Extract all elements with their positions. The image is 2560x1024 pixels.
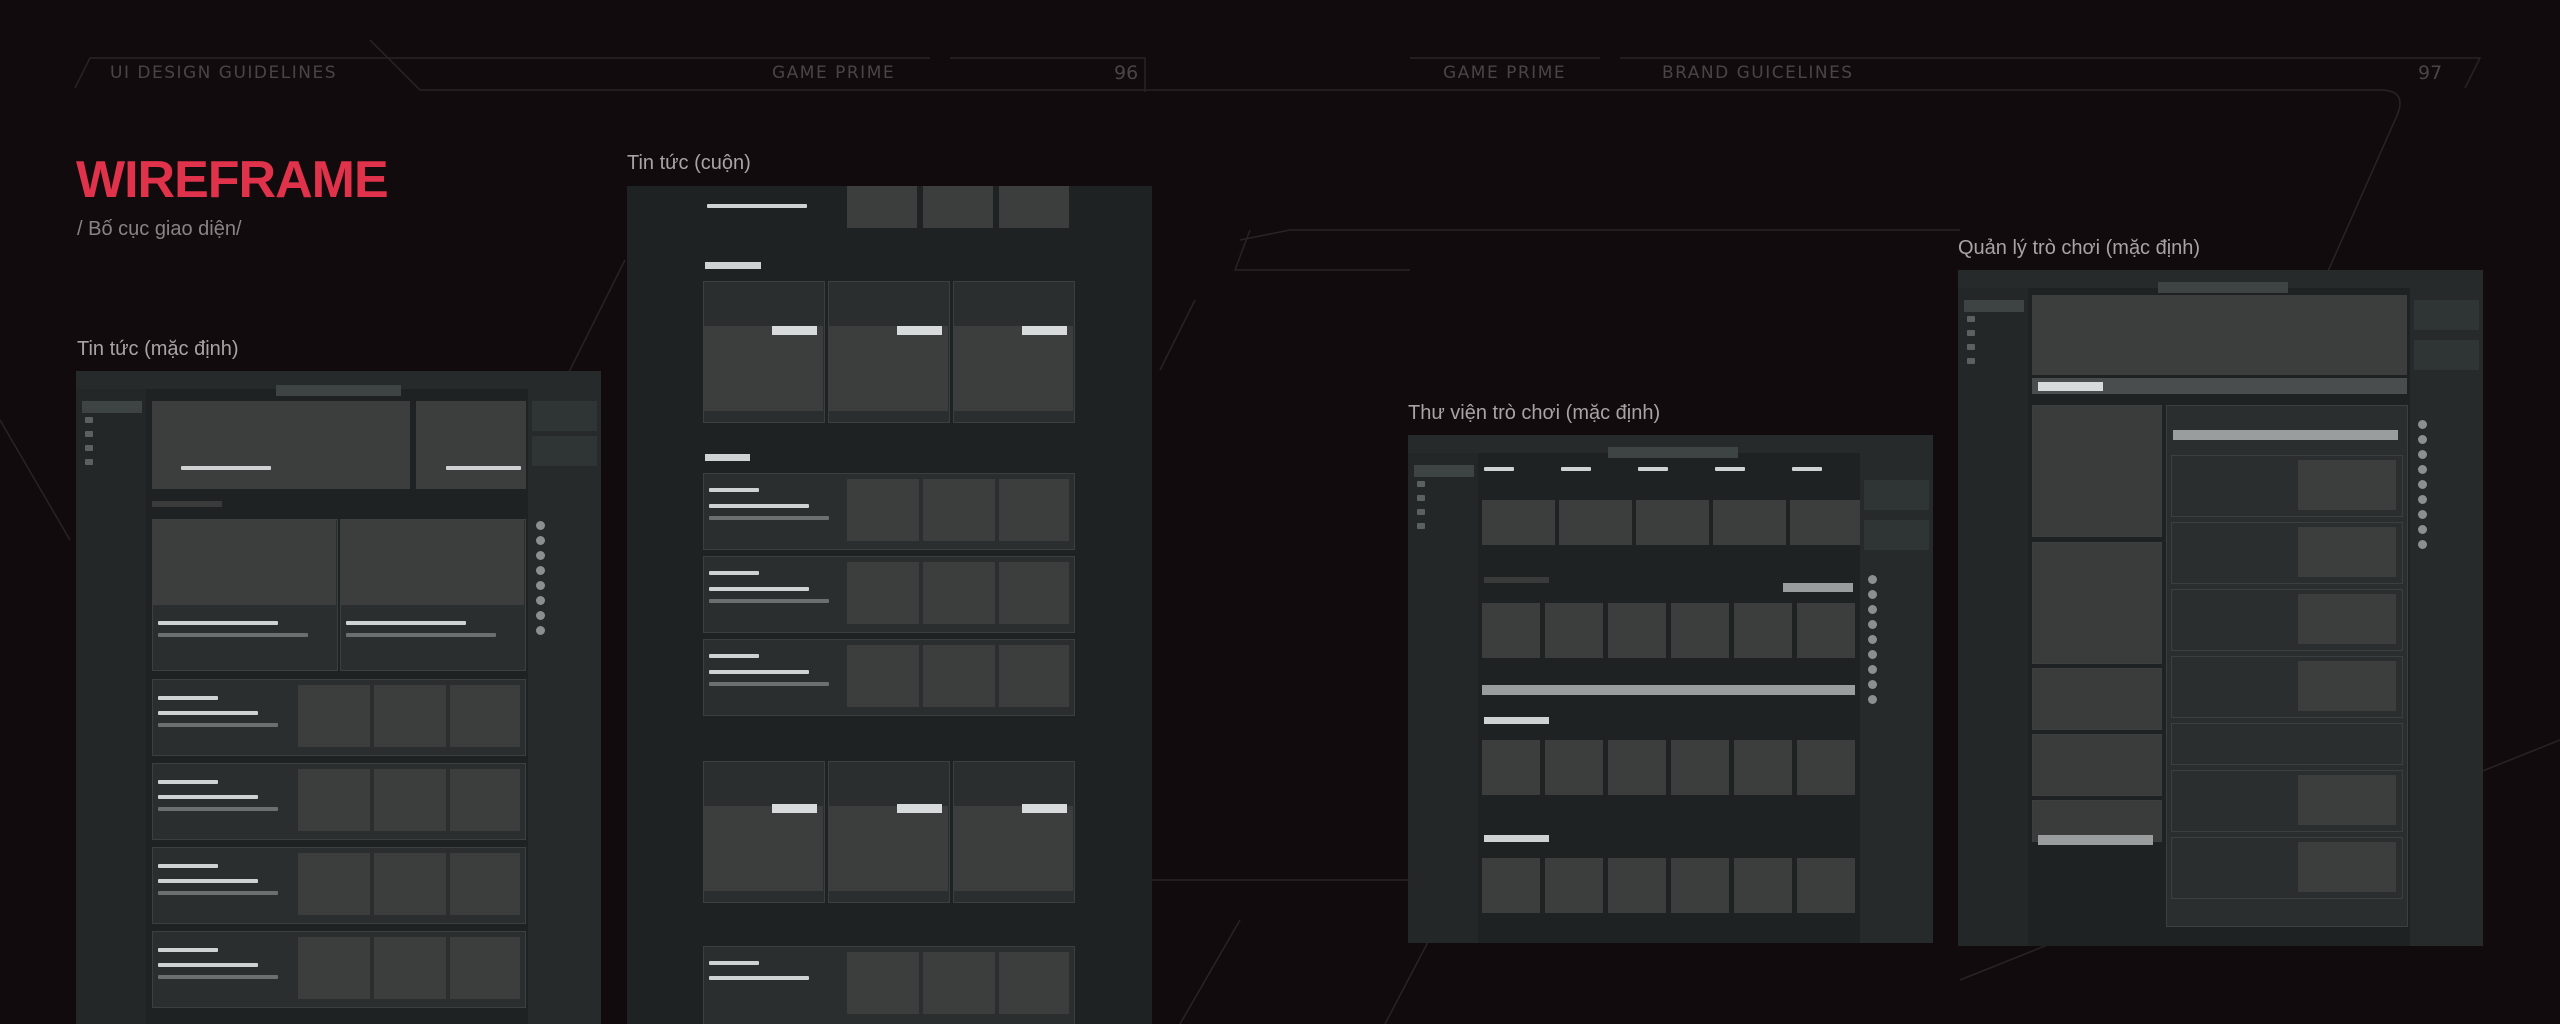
wireframe-library-default [1408,435,1933,943]
page-subtitle: / Bố cục giao diện/ [77,218,242,240]
wireframe-manage-default [1958,270,2483,946]
header-brand-left: GAME PRIME [772,63,896,83]
page-title: WIREFRAME [76,151,389,209]
header-brand-right: GAME PRIME [1443,63,1567,83]
label-manage-default: Quản lý trò chơi (mặc định) [1958,237,2201,259]
header-section-right: BRAND GUICELINES [1662,63,1854,83]
wireframe-news-default [76,371,601,1024]
label-news-scroll: Tin tức (cuộn) [627,152,751,174]
page-number-left: 96 [1114,62,1139,84]
wireframe-news-scroll [627,186,1152,1024]
label-library-default: Thư viện trò chơi (mặc định) [1408,402,1661,424]
header-section-left: UI DESIGN GUIDELINES [110,63,337,83]
page-number-right: 97 [2418,62,2443,84]
label-news-default: Tin tức (mặc định) [77,338,239,360]
